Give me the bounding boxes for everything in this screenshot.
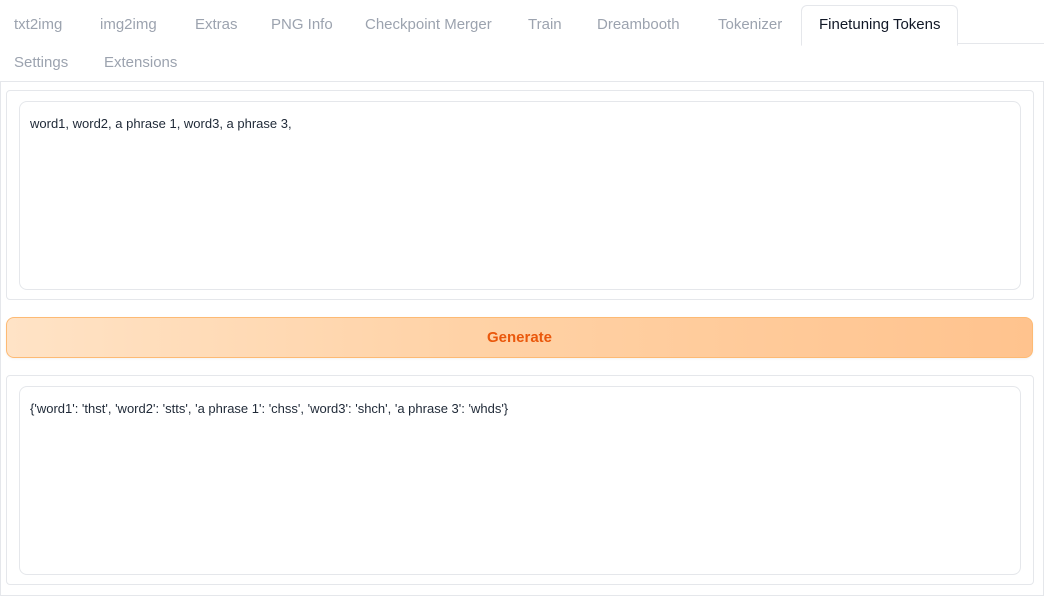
words-input[interactable]: word1, word2, a phrase 1, word3, a phras…: [19, 101, 1021, 290]
tab-txt2img[interactable]: txt2img: [14, 16, 62, 34]
tab-extras[interactable]: Extras: [195, 16, 238, 34]
tab-img2img[interactable]: img2img: [100, 16, 157, 34]
tab-finetuning-tokens[interactable]: Finetuning Tokens: [801, 5, 959, 46]
tokens-output[interactable]: {'word1': 'thst', 'word2': 'stts', 'a ph…: [19, 386, 1021, 575]
tab-extensions[interactable]: Extensions: [104, 54, 177, 72]
tab-row-divider: [958, 43, 1044, 44]
tab-dreambooth[interactable]: Dreambooth: [597, 16, 680, 34]
tab-train[interactable]: Train: [528, 16, 562, 34]
generate-button[interactable]: Generate: [6, 317, 1033, 358]
tab-bar: txt2img img2img Extras PNG Info Checkpoi…: [0, 0, 1050, 82]
tab-checkpoint-merger[interactable]: Checkpoint Merger: [365, 16, 492, 34]
tab-settings[interactable]: Settings: [14, 54, 68, 72]
tab-tokenizer[interactable]: Tokenizer: [718, 16, 782, 34]
tab-png-info[interactable]: PNG Info: [271, 16, 333, 34]
